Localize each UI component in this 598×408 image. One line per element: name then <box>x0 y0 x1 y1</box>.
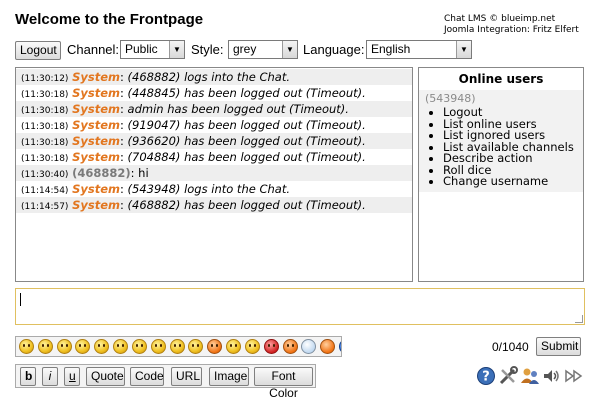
chevron-down-icon: ▼ <box>456 41 471 58</box>
bold-button[interactable]: b <box>20 367 36 386</box>
cry-icon[interactable] <box>113 339 129 354</box>
language-value: English <box>371 42 411 56</box>
grin-icon[interactable] <box>94 339 110 354</box>
logout-button[interactable]: Logout <box>15 41 61 60</box>
question-icon[interactable] <box>339 339 341 354</box>
chat-message: (11:14:57) System: (468882) has been log… <box>16 197 412 213</box>
resize-handle[interactable] <box>575 315 583 323</box>
info-icon[interactable] <box>320 339 336 354</box>
italic-button[interactable]: i <box>42 367 58 386</box>
chat-message: (11:30:40) (468882): hi <box>16 165 412 181</box>
format-toolbar: b i u Quote Code URL Image Font Color <box>15 364 316 400</box>
help-icon[interactable]: ? <box>476 366 496 386</box>
online-user-entry: (543948) Logout List online users List i… <box>419 90 583 192</box>
angry-icon[interactable] <box>263 339 279 354</box>
chat-message: (11:14:54) System: (543948) logs into th… <box>21 182 290 196</box>
style-value: grey <box>233 42 257 56</box>
huh-icon[interactable] <box>188 339 204 354</box>
toolbar: Logout Channel: Public ▼ Style: grey ▼ L… <box>15 40 585 60</box>
tongue-icon[interactable] <box>56 339 72 354</box>
style-select[interactable]: grey ▼ <box>228 40 298 59</box>
evil-icon[interactable] <box>282 339 298 354</box>
online-user-name[interactable]: (543948) <box>419 92 583 105</box>
menu-item-change-username[interactable]: Change username <box>443 175 583 188</box>
chat-message: (11:30:18) System: (448845) has been log… <box>21 86 366 100</box>
sound-icon[interactable] <box>542 366 562 386</box>
image-button[interactable]: Image <box>209 367 249 386</box>
character-counter: 0/1040 <box>492 340 529 354</box>
quote-button[interactable]: Quote <box>86 367 125 386</box>
laugh-icon[interactable] <box>75 339 91 354</box>
online-users-title: Online users <box>458 72 544 86</box>
credits: Chat LMS © blueimp.net Joomla Integratio… <box>444 14 579 36</box>
chat-message: (11:30:18) System: (704884) has been log… <box>21 150 366 164</box>
autoscroll-icon[interactable] <box>564 366 584 386</box>
chat-message: (11:30:12) System: (468882) logs into th… <box>16 69 412 85</box>
surprised-icon[interactable] <box>169 339 185 354</box>
chat-message: (11:30:18) System: (919047) has been log… <box>21 118 366 132</box>
oops-icon[interactable] <box>226 339 242 354</box>
smile-icon[interactable] <box>19 339 34 354</box>
code-button[interactable]: Code <box>130 367 164 386</box>
chat-message: (11:30:18) System: (936620) has been log… <box>16 133 412 149</box>
user-menu: Logout List online users List ignored us… <box>419 106 583 188</box>
font-color-button[interactable]: Font Color <box>254 367 313 400</box>
language-label: Language: <box>303 42 365 57</box>
idea-icon[interactable] <box>301 339 317 354</box>
text-caret <box>20 293 21 306</box>
cool-icon[interactable] <box>150 339 166 354</box>
chevron-down-icon: ▼ <box>169 41 184 58</box>
submit-button[interactable]: Submit <box>536 337 581 356</box>
svg-text:?: ? <box>482 370 490 385</box>
chat-message: (11:30:18) System: admin has been logged… <box>16 101 412 117</box>
tongue-out-icon[interactable] <box>244 339 260 354</box>
style-label: Style: <box>191 42 224 57</box>
underline-button[interactable]: u <box>64 367 80 386</box>
credit-line: Chat LMS © blueimp.net <box>444 14 556 24</box>
url-button[interactable]: URL <box>171 367 202 386</box>
language-select[interactable]: English ▼ <box>366 40 472 59</box>
chevron-down-icon: ▼ <box>282 41 297 58</box>
chat-list[interactable]: (11:30:12) System: (468882) logs into th… <box>15 67 413 282</box>
online-users-icon[interactable] <box>520 366 540 386</box>
settings-icon[interactable] <box>498 366 518 386</box>
online-users-panel: Online users (543948) Logout List online… <box>418 67 584 282</box>
emoticon-bar: ❤ <box>15 336 342 357</box>
credit-line: Joomla Integration: Fritz Elfert <box>444 25 579 35</box>
channel-select[interactable]: Public ▼ <box>120 40 185 59</box>
message-input[interactable] <box>15 288 585 325</box>
channel-value: Public <box>125 42 158 56</box>
wink-icon[interactable] <box>37 339 53 354</box>
blush-icon[interactable] <box>207 339 223 354</box>
channel-label: Channel: <box>67 42 120 57</box>
page-title: Welcome to the Frontpage <box>15 11 204 28</box>
sad-icon[interactable] <box>131 339 147 354</box>
